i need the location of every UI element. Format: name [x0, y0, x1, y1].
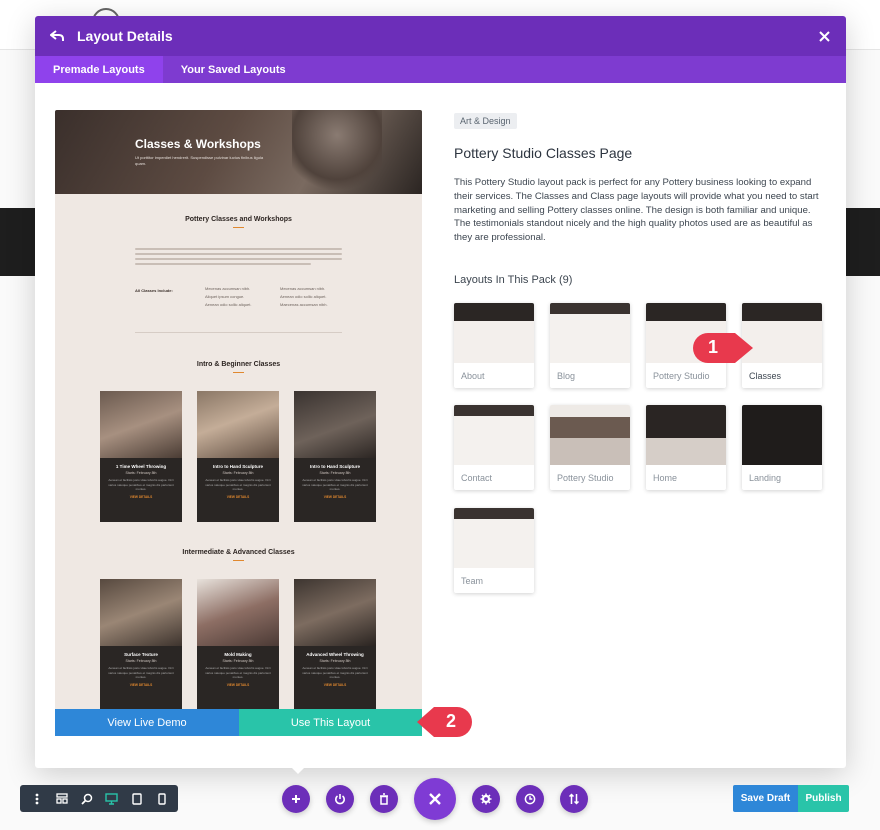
layout-thumb-team[interactable]: Team [454, 508, 534, 593]
close-icon[interactable] [814, 26, 834, 46]
preview-class-card: Intro to Hand Sculpture Starts: February… [197, 391, 279, 522]
preview-card-image [100, 579, 182, 646]
close-builder-icon[interactable] [414, 778, 456, 820]
view-mode-toolbar [20, 785, 178, 812]
thumb-image [454, 303, 534, 363]
preview-card-image [197, 579, 279, 646]
modal-header: Layout Details [35, 16, 846, 56]
publish-button[interactable]: Publish [798, 785, 849, 812]
preview-hero-subtitle: Ut porttitor imperdiet hendrerit. Suspen… [135, 155, 264, 166]
preview-class-card: Mold Making Starts: February 8th Aenean … [197, 579, 279, 710]
preview-section-title: Intro & Beginner Classes [196, 361, 281, 368]
preview-title-underline [233, 372, 244, 373]
gear-icon[interactable] [472, 785, 500, 813]
preview-bullets-right: Mecenas accumsan nibh. Aenean odio sollic… [280, 286, 328, 307]
modal-tabs: Premade Layouts Your Saved Layouts [35, 56, 846, 83]
modal-title: Layout Details [77, 28, 173, 44]
preview-bullets-left: Mecenas accumsan nibh. Aliquet ipsum cong… [205, 286, 252, 307]
thumb-image [454, 508, 534, 568]
layout-title: Pottery Studio Classes Page [454, 145, 633, 161]
preview-title-underline [233, 560, 244, 561]
wireframe-icon[interactable] [49, 785, 74, 812]
history-icon[interactable] [516, 785, 544, 813]
layout-thumb-landing[interactable]: Landing [742, 405, 822, 490]
desktop-view-icon[interactable] [99, 785, 124, 812]
zoom-icon[interactable] [74, 785, 99, 812]
annotation-marker-2: 2 [417, 705, 472, 739]
preview-class-card: 1 Time Wheel Throwing Starts: February 8… [100, 391, 182, 522]
thumb-image [646, 405, 726, 465]
back-arrow-icon[interactable] [47, 26, 67, 46]
trash-icon[interactable] [370, 785, 398, 813]
preview-class-card: Surface Texture Starts: February 8th Aen… [100, 579, 182, 710]
preview-card-image [197, 391, 279, 458]
layout-description: This Pottery Studio layout pack is perfe… [454, 177, 819, 244]
save-draft-button[interactable]: Save Draft [733, 785, 798, 812]
preview-class-card: Intro to Hand Sculpture Starts: February… [294, 391, 376, 522]
preview-card-image [294, 579, 376, 646]
thumb-image [550, 303, 630, 363]
annotation-marker-1: 1 [691, 331, 753, 365]
power-icon[interactable] [326, 785, 354, 813]
view-live-demo-button[interactable]: View Live Demo [55, 709, 239, 736]
more-options-icon[interactable] [24, 785, 49, 812]
thumb-image [550, 405, 630, 465]
phone-view-icon[interactable] [149, 785, 174, 812]
thumb-image [454, 405, 534, 465]
layout-thumb-blog[interactable]: Blog [550, 303, 630, 388]
preview-hero: Classes & Workshops Ut porttitor imperdi… [55, 110, 422, 194]
background-section-left [0, 208, 36, 276]
preview-hero-image [292, 110, 382, 194]
tab-premade-layouts[interactable]: Premade Layouts [35, 56, 163, 83]
preview-card-image [294, 391, 376, 458]
layout-thumb-contact[interactable]: Contact [454, 405, 534, 490]
preview-divider [135, 332, 342, 333]
preview-paragraph [135, 248, 342, 268]
tab-your-saved-layouts[interactable]: Your Saved Layouts [163, 56, 304, 83]
add-icon[interactable] [282, 785, 310, 813]
portability-icon[interactable] [560, 785, 588, 813]
use-this-layout-button[interactable]: Use This Layout [239, 709, 422, 736]
tablet-view-icon[interactable] [124, 785, 149, 812]
category-badge: Art & Design [454, 113, 517, 129]
preview-all-classes-label: All Classes Include: [135, 288, 173, 293]
layout-details-modal: Layout Details Premade Layouts Your Save… [35, 16, 846, 768]
preview-section-title: Pottery Classes and Workshops [185, 216, 292, 223]
preview-title-underline [233, 227, 244, 228]
layout-thumb-pottery-studio-2[interactable]: Pottery Studio [550, 405, 630, 490]
preview-hero-title: Classes & Workshops [135, 137, 261, 151]
background-section-right [846, 208, 880, 276]
preview-card-image [100, 391, 182, 458]
layout-preview[interactable]: Classes & Workshops Ut porttitor imperdi… [55, 110, 422, 736]
preview-class-card: Advanced Wheel Throwing Starts: February… [294, 579, 376, 710]
preview-section-title: Intermediate & Advanced Classes [182, 549, 295, 556]
layout-thumb-about[interactable]: About [454, 303, 534, 388]
modal-pointer [290, 766, 306, 774]
thumb-image [742, 405, 822, 465]
layouts-in-pack-title: Layouts In This Pack (9) [454, 274, 573, 286]
layout-thumb-home[interactable]: Home [646, 405, 726, 490]
